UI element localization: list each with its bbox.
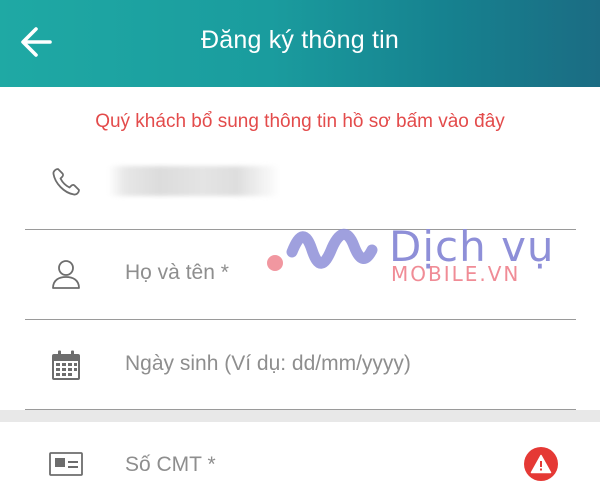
watermark-logo: Dịch vụ MOBILE.VN	[266, 222, 586, 292]
id-number-input[interactable]: Số CMT *	[125, 453, 216, 477]
id-card-icon	[46, 444, 86, 484]
watermark-swoosh-icon	[267, 228, 378, 271]
birth-date-input[interactable]: Ngày sinh (Ví dụ: dd/mm/yyyy)	[125, 352, 411, 376]
calendar-icon	[46, 346, 86, 386]
id-warning-button[interactable]	[524, 447, 558, 481]
page-title: Đăng ký thông tin	[201, 26, 399, 54]
section-separator	[0, 410, 600, 422]
warning-icon	[530, 454, 552, 474]
birth-date-row[interactable]: Ngày sinh (Ví dụ: dd/mm/yyyy)	[0, 319, 600, 409]
id-card-row[interactable]: Số CMT *	[0, 422, 600, 503]
complete-profile-link[interactable]: Quý khách bổ sung thông tin hồ sơ bấm và…	[0, 111, 600, 133]
person-icon	[46, 254, 86, 294]
full-name-input[interactable]: Họ và tên *	[125, 261, 229, 285]
app-header: Đăng ký thông tin	[0, 0, 600, 87]
watermark-subtext: MOBILE.VN	[391, 262, 521, 286]
phone-icon	[46, 162, 86, 202]
phone-number-value	[108, 166, 280, 196]
phone-row	[0, 135, 600, 225]
